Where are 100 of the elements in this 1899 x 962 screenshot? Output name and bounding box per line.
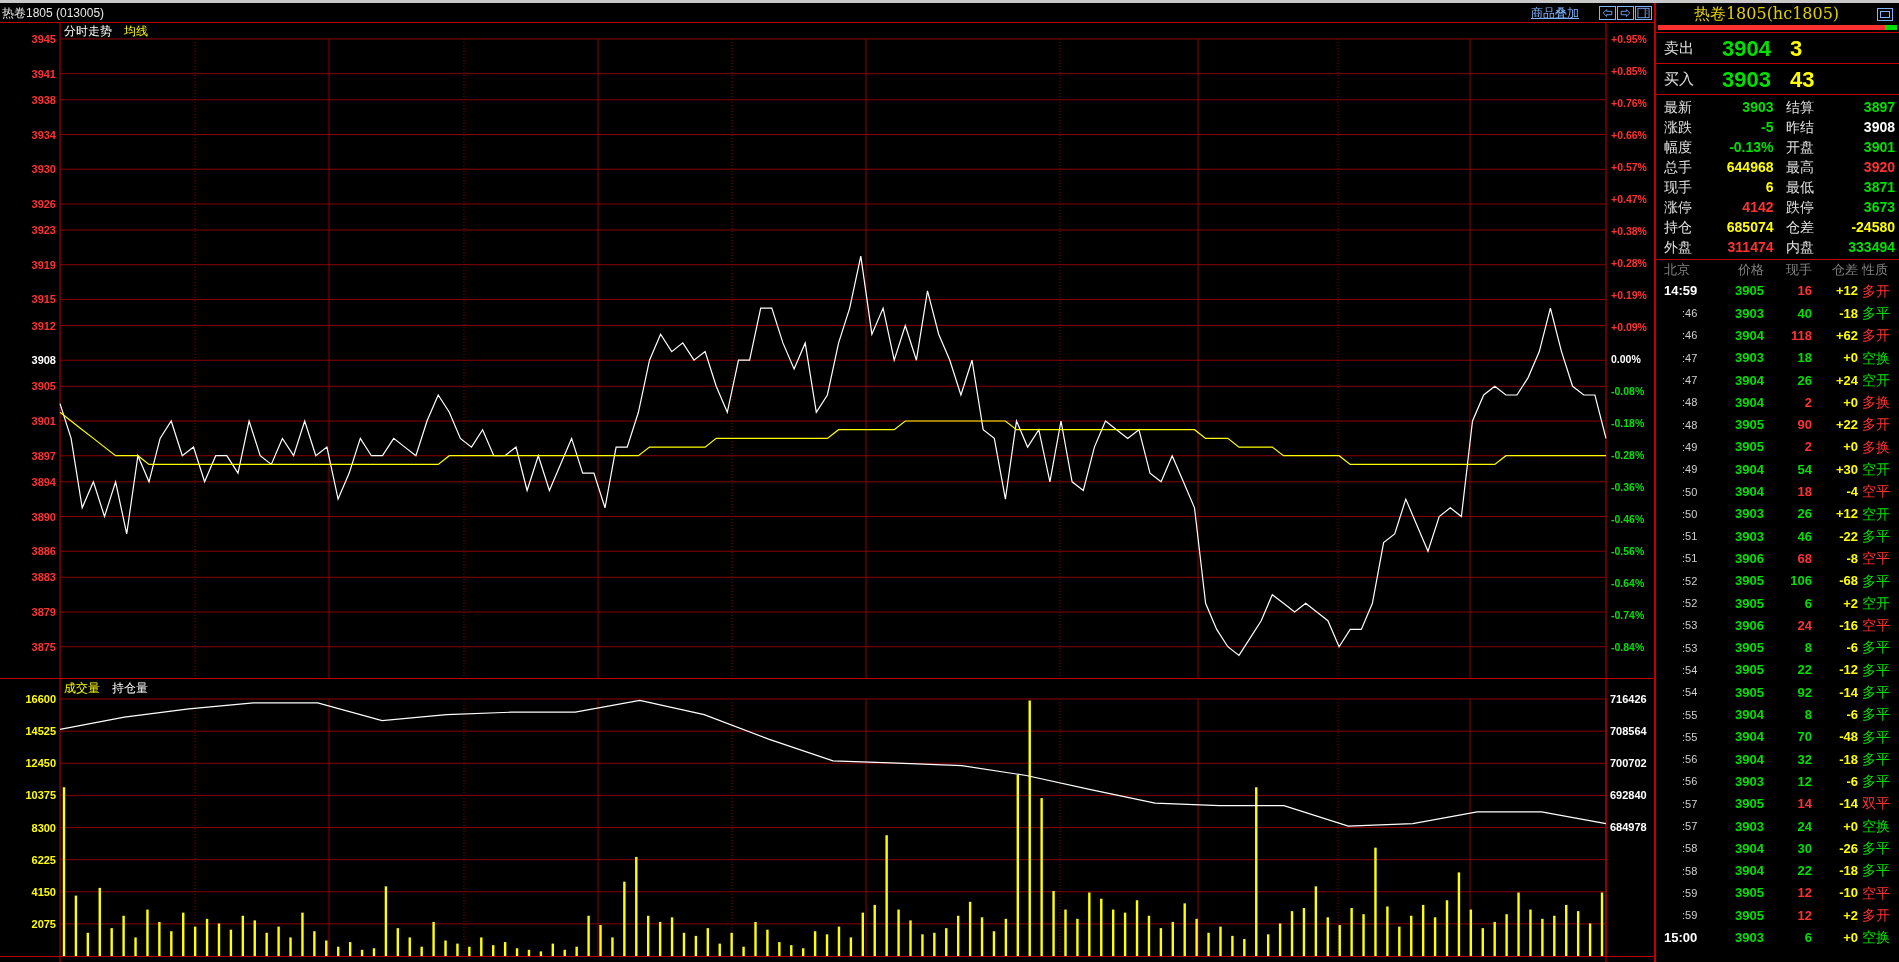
trade-nature: 多平 [1861,683,1890,702]
trade-price: 3905 [1734,639,1764,658]
left-arrow-icon[interactable] [1599,5,1616,20]
trade-price: 3904 [1734,483,1764,502]
trade-time: :48 [1681,395,1699,411]
trade-volume: 16 [1796,282,1812,301]
volume-bar [754,921,757,956]
trade-volume: 118 [1790,327,1812,345]
volume-axis-label: 8300 [31,821,56,834]
trade-nature: 双平 [1861,794,1890,814]
stat-label: 最新 [1664,97,1692,117]
trade-oi-change: -16 [1838,616,1858,635]
trade-time: :58 [1681,863,1699,879]
maximize-icon[interactable] [1877,7,1893,21]
stat-label: 幅度 [1664,137,1692,157]
volume-bar [384,886,388,956]
trade-volume: 8 [1803,639,1812,658]
trade-time: :51 [1681,551,1699,567]
volume-bar [933,932,936,956]
volume-bar [1219,926,1222,956]
trade-time: :47 [1681,350,1699,366]
volume-bar [813,931,817,956]
stat-label: 现手 [1664,177,1692,197]
stat-label: 跌停 [1785,197,1814,217]
trade-oi-change: +30 [1834,460,1858,479]
quote-price: 3904 [1722,34,1772,63]
trade-volume: 24 [1796,616,1812,635]
overlay-link[interactable]: 商品叠加 [1531,3,1579,22]
trade-oi-change: +0 [1842,349,1858,368]
volume-bar [1326,917,1329,956]
column-header: 北京 [1663,261,1691,280]
trade-nature: 多换 [1861,437,1890,457]
trade-price: 3904 [1734,460,1764,479]
volume-bar [1350,908,1353,956]
stat-label: 最高 [1785,157,1814,177]
volume-bar [1565,904,1568,956]
trade-nature: 空换 [1861,348,1890,368]
volume-bar [205,918,209,956]
volume-bar [408,937,411,956]
price-axis-label: 3905 [31,380,56,393]
trade-volume: 12 [1796,906,1812,925]
price-axis-label: 3912 [31,319,56,332]
percent-axis-label: -0.56% [1611,545,1645,557]
volume-bar [277,926,280,956]
legend-label: 均线 [124,24,148,38]
volume-bar [1243,938,1246,956]
percent-axis-label: +0.66% [1611,129,1647,141]
trade-time: :56 [1681,774,1699,790]
volume-bar [611,937,614,956]
price-axis-label: 3923 [31,224,56,236]
volume-bar [1207,932,1210,956]
volume-bar [1541,918,1544,956]
trade-nature: 空开 [1861,370,1890,390]
trade-nature: 多平 [1861,660,1890,680]
stat-value: 3673 [1863,197,1895,217]
panel-icon[interactable] [1635,5,1652,20]
trade-oi-change: -26 [1838,839,1858,858]
price-axis-label: 3890 [31,510,56,523]
volume-bar [158,921,161,956]
volume-bar [861,912,864,956]
trade-volume: 26 [1796,505,1812,524]
trade-volume: 6 [1803,594,1812,613]
stat-value: -24580 [1851,217,1895,237]
stat-label: 仓差 [1785,217,1814,237]
trade-volume: 14 [1796,795,1812,814]
stat-value: -0.13% [1729,137,1774,157]
volume-bar [1195,918,1198,956]
trade-time: :55 [1681,729,1699,745]
price-axis-label: 3915 [31,293,56,306]
trade-price: 3903 [1734,929,1764,947]
price-axis-label: 3883 [31,571,56,584]
volume-bar [1445,900,1449,956]
volume-bar [170,931,173,956]
trade-volume: 24 [1796,817,1812,836]
stat-label: 外盘 [1664,237,1692,257]
volume-bar [468,946,471,956]
trade-time: :48 [1681,417,1699,433]
trade-volume: 40 [1796,304,1812,323]
trade-nature: 空平 [1861,482,1890,502]
trade-volume: 26 [1796,371,1812,390]
trade-time: :54 [1681,662,1699,678]
volume-bar [980,917,984,956]
trade-price: 3905 [1734,594,1764,613]
volume-bar [1231,935,1234,956]
volume-bar [492,945,495,956]
volume-bar [670,917,674,956]
volume-bar [456,943,459,956]
trade-time: :47 [1681,373,1699,389]
right-arrow-icon[interactable] [1617,5,1634,20]
trade-oi-change: -18 [1838,862,1858,881]
trade-oi-change: -14 [1838,683,1858,702]
volume-bar [1493,921,1496,956]
volume-bar [1088,892,1091,956]
percent-axis-label: 0.00% [1611,353,1641,365]
trade-price: 3904 [1734,750,1764,769]
volume-bar [372,948,376,956]
open-interest-axis-label: 700702 [1610,757,1647,770]
trade-price: 3904 [1734,371,1764,390]
trade-time: 14:59 [1663,282,1699,301]
volume-bar [1183,903,1186,956]
